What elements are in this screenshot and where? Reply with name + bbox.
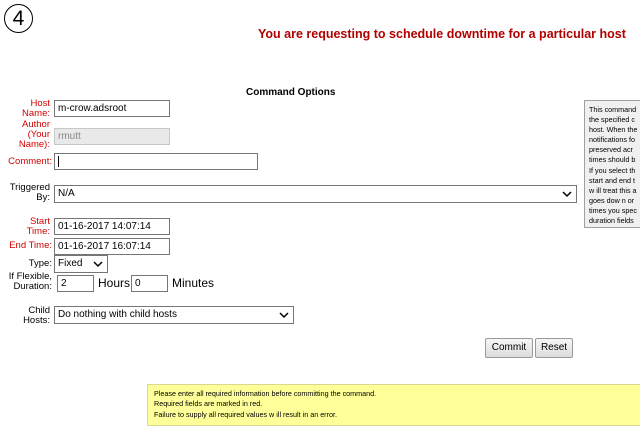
child-hosts-select[interactable]: Do nothing with child hosts [54, 306, 294, 324]
start-time-label: Start Time: [26, 216, 50, 237]
required-fields-notice: Please enter all required information be… [147, 384, 640, 426]
comment-label: Comment: [8, 156, 52, 167]
step-number-badge: 4 [4, 4, 33, 33]
section-title: Command Options [246, 87, 336, 98]
minutes-label: Minutes [172, 276, 215, 290]
host-name-label: Host Name: [22, 98, 50, 119]
chevron-down-icon [279, 312, 289, 319]
end-time-input[interactable]: 01-16-2017 16:07:14 [54, 238, 170, 255]
text-cursor [58, 155, 59, 167]
author-input: rmutt [54, 128, 170, 145]
comment-input[interactable] [54, 153, 258, 170]
chevron-down-icon [562, 191, 572, 198]
triggered-by-label: Triggered By: [9, 182, 50, 203]
hours-label: Hours [98, 276, 131, 290]
chevron-down-icon [93, 261, 103, 268]
flexible-duration-label: If Flexible, Duration: [8, 271, 52, 292]
child-hosts-label: Child Hosts: [23, 305, 50, 326]
end-time-label: End Time: [9, 240, 52, 251]
type-select[interactable]: Fixed [54, 255, 108, 273]
command-description-panel: This command the specified c host. When … [584, 100, 640, 228]
commit-button[interactable]: Commit [485, 338, 533, 358]
host-name-input[interactable]: m-crow.adsroot [54, 100, 170, 117]
duration-minutes-input[interactable]: 0 [131, 275, 168, 292]
type-label: Type: [28, 258, 52, 269]
triggered-by-select[interactable]: N/A [54, 185, 577, 203]
duration-hours-input[interactable]: 2 [57, 275, 94, 292]
author-label: Author (Your Name): [18, 119, 50, 150]
start-time-input[interactable]: 01-16-2017 14:07:14 [54, 218, 170, 235]
page-heading: You are requesting to schedule downtime … [258, 27, 626, 41]
reset-button[interactable]: Reset [535, 338, 573, 358]
